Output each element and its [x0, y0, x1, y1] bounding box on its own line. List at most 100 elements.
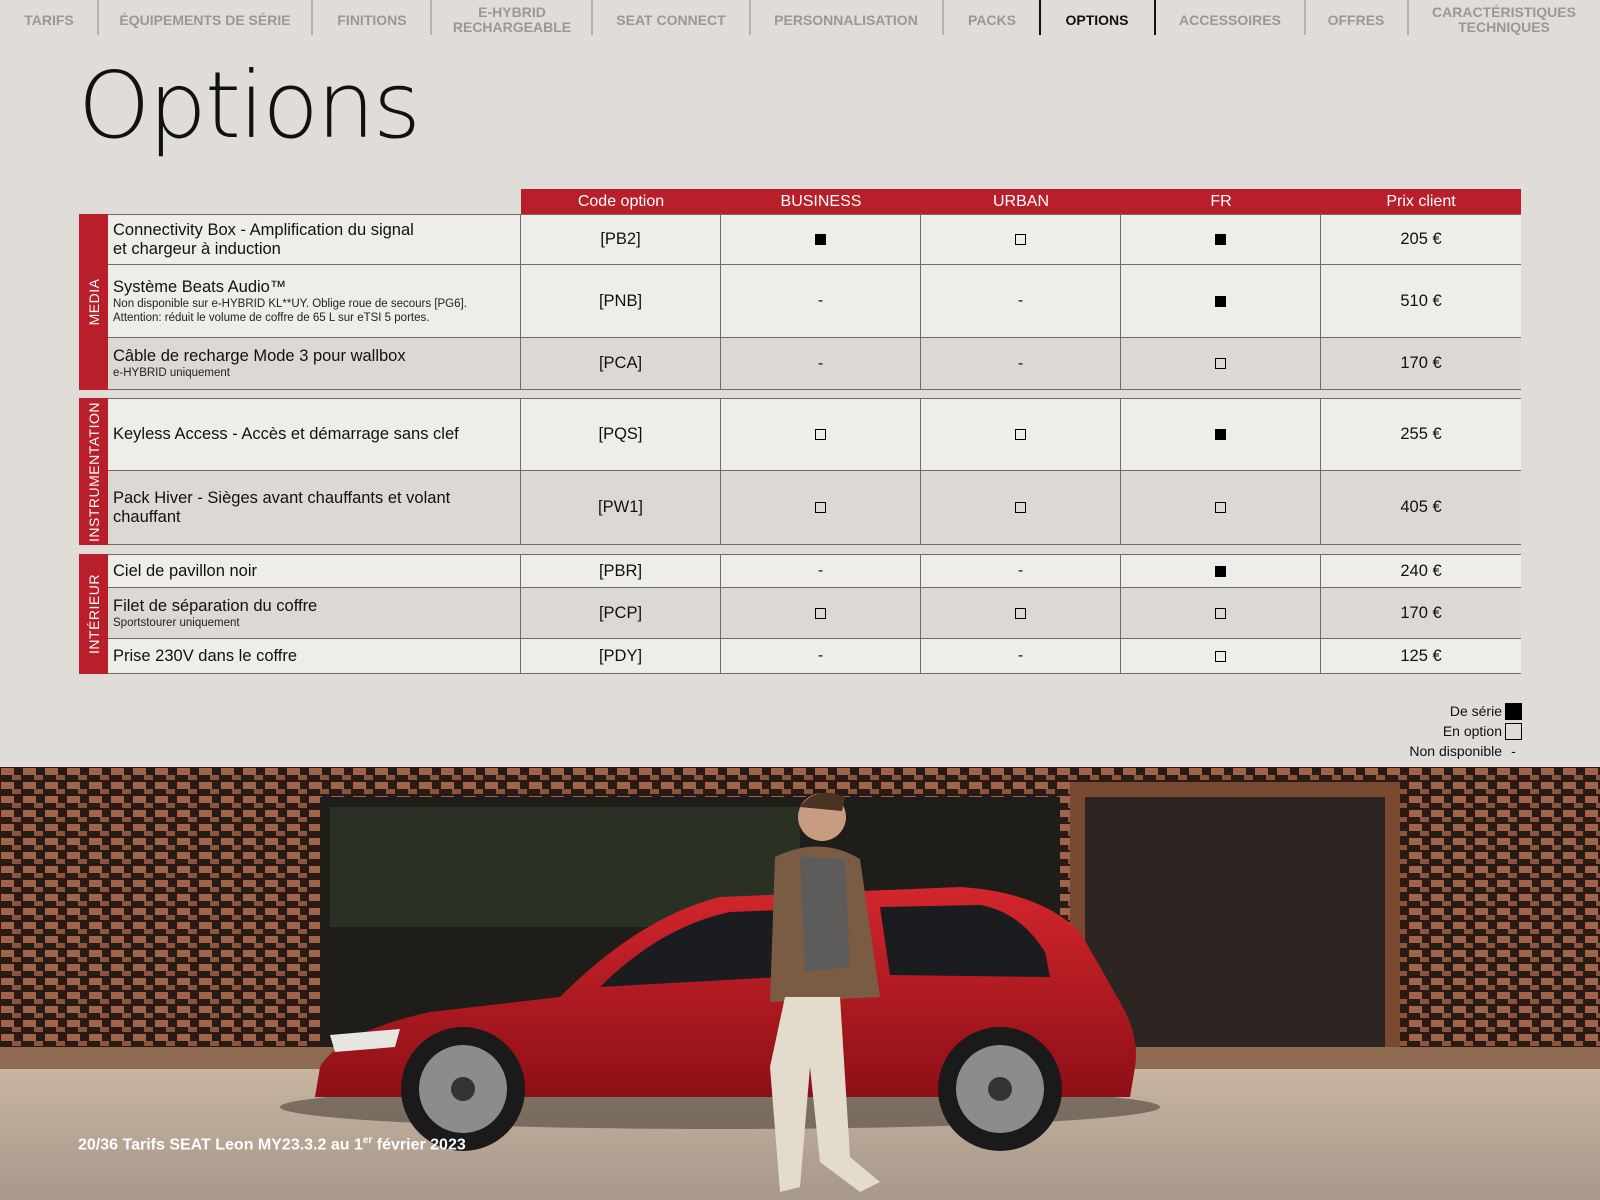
group-label: INSTRUMENTATION	[79, 398, 108, 545]
option-price: 255 €	[1400, 425, 1442, 443]
filled-square-icon	[1505, 702, 1522, 720]
option-price: 510 €	[1400, 291, 1442, 310]
empty-square-icon	[1215, 358, 1226, 369]
column-header-code: Code option	[577, 192, 665, 210]
footer-title: Tarifs SEAT Leon MY23.3.2 au 1	[122, 1136, 363, 1154]
availability-business	[721, 399, 921, 470]
availability-fr	[1121, 555, 1321, 587]
nav-tab-personnalisation[interactable]: PERSONNALISATION	[762, 0, 930, 40]
option-code: [PDY]	[521, 639, 721, 673]
filled-square-icon	[1215, 565, 1226, 577]
availability-business: -	[721, 639, 921, 673]
nav-separator	[1407, 0, 1409, 35]
nav-separator	[1304, 0, 1306, 35]
page-number: 20/36	[78, 1136, 119, 1154]
option-name: Filet de séparation du coffre	[113, 596, 318, 615]
column-header-business: BUSINESS	[780, 192, 862, 210]
table-group-media: MEDIA Connectivity Box - Amplification d…	[79, 214, 1521, 390]
option-name: Système Beats Audio™	[113, 277, 287, 296]
dash-icon: -	[1017, 354, 1024, 372]
filled-square-icon	[1215, 429, 1226, 440]
empty-square-icon	[1215, 650, 1226, 662]
nav-tab-e-hybrid[interactable]: e-HYBRID RECHARGEABLE	[440, 0, 584, 40]
nav-tab-equipements[interactable]: ÉQUIPEMENTS DE SÉRIE	[110, 0, 300, 40]
option-name: Pack Hiver - Sièges avant chauffants et …	[113, 488, 451, 526]
nav-separator	[430, 0, 432, 35]
option-name: Prise 230V dans le coffre	[113, 646, 298, 665]
table-group-interieur: INTÉRIEUR Ciel de pavillon noir [PBR] - …	[79, 554, 1521, 674]
dash-icon: -	[1017, 292, 1024, 309]
legend-serie: De série	[1409, 701, 1522, 721]
nav-separator	[749, 0, 751, 35]
group-label: MEDIA	[79, 214, 108, 390]
nav-tab-options[interactable]: OPTIONS	[1048, 0, 1146, 40]
page-footer: 20/36 Tarifs SEAT Leon MY23.3.2 au 1er f…	[78, 1135, 466, 1154]
nav-separator	[591, 0, 593, 35]
availability-urban	[921, 399, 1121, 470]
legend-option: En option	[1409, 721, 1522, 741]
empty-square-icon	[1505, 722, 1522, 740]
legend: De série En option Non disponible -	[1409, 701, 1522, 761]
filled-square-icon	[1215, 234, 1226, 245]
column-header-urban: URBAN	[992, 192, 1049, 210]
dash-icon: -	[817, 292, 824, 309]
group-label: INTÉRIEUR	[79, 554, 108, 674]
availability-business	[721, 588, 921, 638]
column-header-price: Prix client	[1386, 192, 1456, 210]
footer-sup: er	[362, 1135, 373, 1146]
option-note: Non disponible sur e-HYBRID KL**UY. Obli…	[113, 297, 467, 324]
empty-square-icon	[1015, 502, 1026, 513]
table-row: Système Beats Audio™ Non disponible sur …	[108, 265, 1521, 338]
filled-square-icon	[1215, 295, 1226, 307]
legend-label: Non disponible	[1409, 743, 1502, 759]
dash-icon: -	[817, 354, 824, 372]
availability-urban	[921, 471, 1121, 544]
table-row: Keyless Access - Accès et démarrage sans…	[108, 398, 1521, 471]
option-code: [PB2]	[521, 215, 721, 264]
nav-separator-active	[1154, 0, 1156, 35]
empty-square-icon	[815, 607, 826, 619]
empty-square-icon	[1215, 502, 1226, 513]
availability-urban: -	[921, 338, 1121, 389]
page-title: Options	[78, 52, 421, 159]
nav-tab-offres[interactable]: OFFRES	[1316, 0, 1396, 40]
option-price: 170 €	[1400, 603, 1442, 622]
nav-tab-finitions[interactable]: FINITIONS	[322, 0, 422, 40]
dash-icon: -	[817, 562, 824, 579]
option-code: [PNB]	[521, 265, 721, 337]
nav-separator	[942, 0, 944, 35]
option-price: 240 €	[1400, 561, 1442, 580]
table-row: Prise 230V dans le coffre [PDY] - - 125 …	[108, 639, 1521, 674]
option-note: Sportstourer uniquement	[113, 616, 240, 629]
option-code: [PCP]	[521, 588, 721, 638]
option-name: Keyless Access - Accès et démarrage sans…	[113, 425, 459, 443]
availability-business: -	[721, 555, 921, 587]
availability-urban: -	[921, 555, 1121, 587]
table-row: Connectivity Box - Amplification du sign…	[108, 214, 1521, 265]
nav-tab-tarifs[interactable]: TARIFS	[10, 0, 88, 40]
availability-business: -	[721, 265, 921, 337]
availability-urban	[921, 588, 1121, 638]
hero-photo: 20/36 Tarifs SEAT Leon MY23.3.2 au 1er f…	[0, 767, 1600, 1200]
column-header-fr: FR	[1210, 192, 1232, 210]
empty-square-icon	[1015, 607, 1026, 619]
option-note: e-HYBRID uniquement	[113, 367, 230, 379]
table-row: Pack Hiver - Sièges avant chauffants et …	[108, 471, 1521, 545]
nav-separator	[311, 0, 313, 35]
option-price: 170 €	[1400, 354, 1442, 372]
empty-square-icon	[815, 429, 826, 440]
nav-tab-seat-connect[interactable]: SEAT CONNECT	[605, 0, 737, 40]
top-navigation: TARIFS ÉQUIPEMENTS DE SÉRIE FINITIONS e-…	[0, 0, 1600, 40]
option-price: 205 €	[1400, 230, 1442, 248]
nav-separator-active	[1039, 0, 1041, 35]
nav-tab-packs[interactable]: PACKS	[952, 0, 1032, 40]
availability-business: -	[721, 338, 921, 389]
nav-tab-accessoires[interactable]: ACCESSOIRES	[1166, 0, 1294, 40]
availability-urban: -	[921, 265, 1121, 337]
nav-tab-caracteristiques[interactable]: CARACTÉRISTIQUES TECHNIQUES	[1418, 0, 1590, 40]
availability-fr	[1121, 639, 1321, 673]
option-name: Connectivity Box - Amplification du sign…	[113, 220, 414, 258]
empty-square-icon	[815, 502, 826, 513]
dash-icon: -	[1511, 743, 1516, 759]
dash-icon: -	[1017, 647, 1024, 664]
